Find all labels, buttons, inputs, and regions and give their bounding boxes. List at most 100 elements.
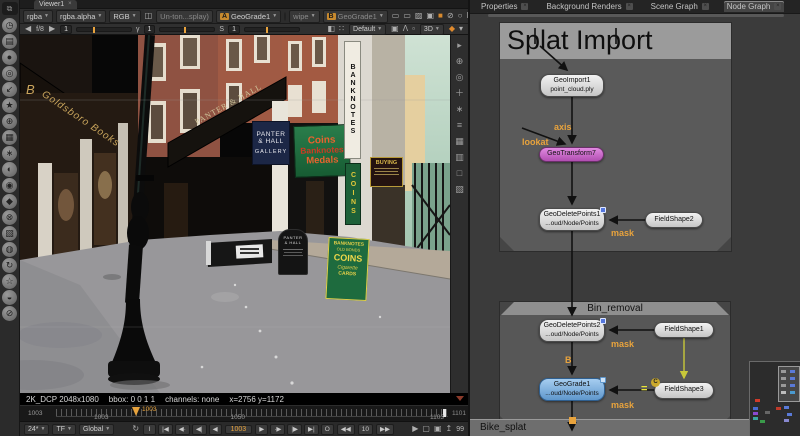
transport-button[interactable]: |▶ xyxy=(287,424,302,435)
frame-all-icon[interactable]: ▫ xyxy=(411,24,416,34)
display-channels-select[interactable]: RGB▼ xyxy=(109,10,140,23)
collapse-icon[interactable]: ▾ xyxy=(458,24,464,34)
pixel-analyzer-icon[interactable]: ∷ xyxy=(338,24,345,34)
draw-icon[interactable]: ▤ xyxy=(2,34,17,49)
info-collapse-icon[interactable] xyxy=(456,396,464,401)
threed-icon[interactable]: ▦ xyxy=(2,130,17,145)
time-icon[interactable]: ◷ xyxy=(2,18,17,33)
frame-increment-button[interactable]: ▶▶ xyxy=(376,424,394,435)
roi-icon[interactable]: ○ xyxy=(457,11,464,21)
alpha-layer-select[interactable]: rgba.alpha▼ xyxy=(56,10,106,23)
transport-button[interactable]: I xyxy=(143,424,156,435)
favorites-icon[interactable]: ☆ xyxy=(2,274,17,289)
viewer-tab[interactable]: Viewer1 × xyxy=(34,0,77,9)
layer-blend-icon[interactable]: ◧ xyxy=(326,24,336,34)
gamma-flag-icon[interactable]: ◆ xyxy=(448,24,456,34)
toolsets-icon[interactable]: ▧ xyxy=(2,226,17,241)
wireframe-icon[interactable]: Λ xyxy=(402,24,409,34)
range-mode-select[interactable]: Global▼ xyxy=(79,424,114,435)
playhead-marker[interactable] xyxy=(132,407,140,416)
deep-icon[interactable]: ◐ xyxy=(2,162,17,177)
monitor-b-icon[interactable]: ▭ xyxy=(402,11,412,21)
layout-quad-icon[interactable]: ▧ xyxy=(453,183,466,195)
marquee-icon[interactable]: ∗ xyxy=(453,103,466,115)
close-icon[interactable]: × xyxy=(521,3,528,10)
visibility-icon[interactable]: ◒ xyxy=(2,290,17,305)
display-toggle-icon[interactable]: ◫ xyxy=(144,11,154,21)
tab-node-graph[interactable]: Node Graph× xyxy=(724,1,785,12)
export-icon[interactable]: ↥ xyxy=(445,424,454,434)
viewer-image[interactable]: B Goldsboro Books PANTER & HALL PANTER &… xyxy=(20,35,450,393)
mute-icon[interactable]: ⊘ xyxy=(446,11,455,21)
input-b-select[interactable]: BGeoGrade1▼ xyxy=(323,10,388,23)
views-icon[interactable]: ◉ xyxy=(2,178,17,193)
composite-mode-select[interactable]: Default▼ xyxy=(349,24,386,35)
frame-decrement-button[interactable]: ◀◀ xyxy=(337,424,355,435)
transport-button[interactable]: ◀ xyxy=(209,424,222,435)
cache-level-label[interactable]: 99 xyxy=(456,426,464,433)
gain-slider-handle[interactable] xyxy=(93,27,95,33)
monitor-a-icon[interactable]: ▭ xyxy=(391,11,401,21)
gamma-value[interactable]: 1 xyxy=(144,25,156,34)
gain-value[interactable]: 1 xyxy=(60,25,72,34)
timeline-mode-select[interactable]: TF▼ xyxy=(52,424,76,435)
tab-properties[interactable]: Properties× xyxy=(478,1,531,12)
viewer-viewport[interactable]: B Goldsboro Books PANTER & HALL PANTER &… xyxy=(20,35,468,393)
orbit-icon[interactable]: ◎ xyxy=(453,71,466,83)
fps-select[interactable]: 24*▼ xyxy=(24,424,49,435)
particles-icon[interactable]: ∗ xyxy=(2,146,17,161)
metadata-icon[interactable]: ◆ xyxy=(2,194,17,209)
layout-rows-icon[interactable]: ≡ xyxy=(453,119,466,131)
checker-icon[interactable]: ▨ xyxy=(414,11,424,21)
transport-button[interactable]: ◀| xyxy=(192,424,207,435)
view-mode-select[interactable]: 3D▼ xyxy=(420,24,444,35)
wipe-center-button[interactable] xyxy=(284,12,286,21)
fullscreen-icon[interactable]: ▢ xyxy=(421,424,431,434)
transport-button[interactable]: O xyxy=(321,424,334,435)
lock-range-icon[interactable]: ▣ xyxy=(433,424,443,434)
color-icon[interactable]: ◎ xyxy=(2,66,17,81)
transport-button[interactable]: ◀· xyxy=(175,424,190,435)
pan-icon[interactable]: ＋ xyxy=(453,87,466,99)
wipe-mode-select[interactable]: wipe▼ xyxy=(289,10,319,23)
lock-icon[interactable]: ▣ xyxy=(390,24,400,34)
tab-scene-graph[interactable]: Scene Graph× xyxy=(648,1,712,12)
close-icon[interactable]: × xyxy=(626,3,633,10)
node-fieldshape1[interactable]: FieldShape1 xyxy=(654,322,714,338)
node-fieldshape3[interactable]: FieldShape3 xyxy=(654,382,714,399)
layer-select[interactable]: rgba▼ xyxy=(23,10,53,23)
keyer-icon[interactable]: ⊗ xyxy=(2,210,17,225)
fstop-next-icon[interactable]: ▶ xyxy=(48,24,56,34)
layout-columns-icon[interactable]: ▥ xyxy=(453,151,466,163)
transport-button[interactable]: ▶| xyxy=(304,424,319,435)
other-icon[interactable]: ◍ xyxy=(2,242,17,257)
node-fieldshape2[interactable]: FieldShape2 xyxy=(645,212,703,228)
layout-grid-icon[interactable]: ▦ xyxy=(453,135,466,147)
node-geotransform7[interactable]: GeoTransform7 xyxy=(539,147,604,162)
transform-icon[interactable]: ↙ xyxy=(2,82,17,97)
gamma-slider-handle[interactable] xyxy=(184,27,186,33)
input-a-select[interactable]: AGeoGrade1▼ xyxy=(216,10,281,23)
timeline-ruler[interactable]: 1003 xyxy=(56,409,448,417)
node-graph-minimap[interactable] xyxy=(749,361,800,436)
close-icon[interactable]: × xyxy=(774,3,781,10)
close-icon[interactable]: × xyxy=(68,1,72,7)
viewer-timeline[interactable]: 1003 1003 1003 1050 1103 1101 xyxy=(20,405,468,421)
layout-frame-icon[interactable]: □ xyxy=(453,167,466,179)
filter-icon[interactable]: ★ xyxy=(2,98,17,113)
fstop-prev-icon[interactable]: ◀ xyxy=(24,24,32,34)
channel-icon[interactable]: ● xyxy=(2,50,17,65)
close-icon[interactable]: × xyxy=(702,3,709,10)
current-frame-field[interactable]: 1003 xyxy=(225,425,253,434)
frame-increment-field[interactable]: 10 xyxy=(358,424,373,435)
gain-slider[interactable] xyxy=(76,27,132,32)
disable-icon[interactable]: ⊘ xyxy=(2,306,17,321)
transform-gizmo-icon[interactable]: ⊕ xyxy=(453,55,466,67)
node-geodeletepoints2[interactable]: GeoDeletePoints2 ...oud/Node/Points xyxy=(539,319,605,342)
node-geoimport1[interactable]: GeoImport1 point_cloud.ply xyxy=(540,74,604,97)
transport-button[interactable]: ▶ xyxy=(255,424,268,435)
node-geograde1[interactable]: GeoGrade1 ...oud/Node/Points xyxy=(539,378,605,401)
saturation-value[interactable]: 1 xyxy=(228,25,240,34)
saturation-slider-handle[interactable] xyxy=(266,27,268,33)
gamma-slider[interactable] xyxy=(159,27,215,32)
